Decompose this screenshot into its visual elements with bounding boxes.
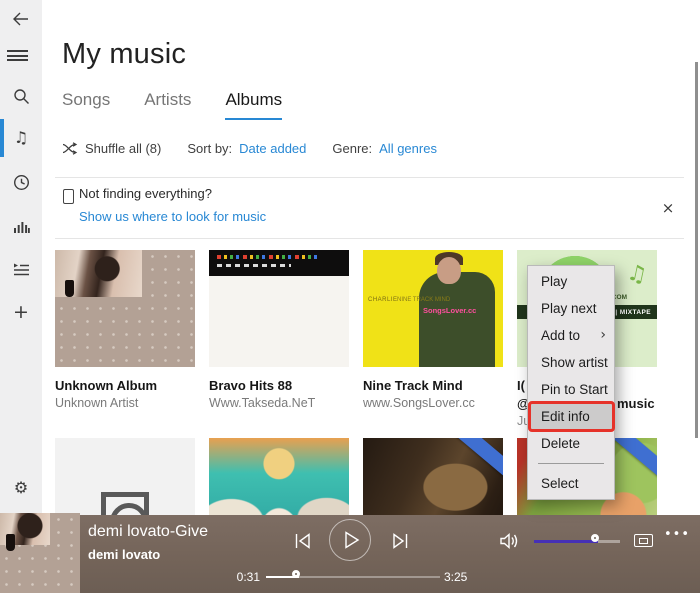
back-arrow-icon xyxy=(13,12,28,26)
album-artist[interactable]: Www.Takseda.NeT xyxy=(209,396,315,410)
ellipsis-icon: ••• xyxy=(664,527,691,542)
volume-slider[interactable] xyxy=(534,534,620,543)
album-art xyxy=(209,250,349,367)
now-playing-title: demi lovato-Give xyxy=(88,523,209,540)
album-art-text: NINE TRACK MIND xyxy=(397,297,451,303)
divider xyxy=(55,177,684,178)
plus-icon: + xyxy=(13,300,29,323)
sidebar: ♫ + ⚙ xyxy=(0,0,42,593)
sidebar-selection-indicator xyxy=(0,119,4,157)
now-playing-artwork[interactable] xyxy=(0,513,80,593)
menu-button[interactable] xyxy=(7,41,35,69)
next-button[interactable] xyxy=(389,530,411,552)
shuffle-all-button[interactable]: Shuffle all (8) xyxy=(62,141,161,156)
menu-item-select[interactable]: Select xyxy=(528,470,614,497)
banner-title: Not finding everything? xyxy=(79,186,212,201)
genre-label: Genre: xyxy=(332,141,373,156)
album-artist[interactable]: Unknown Artist xyxy=(55,396,138,410)
progress-knob[interactable] xyxy=(292,570,300,578)
music-note-icon: ♫ xyxy=(624,260,650,289)
genre-value[interactable]: All genres xyxy=(379,141,437,156)
filter-bar: Shuffle all (8) Sort by: Date added Genr… xyxy=(62,141,437,156)
divider xyxy=(55,238,684,239)
album-title[interactable]: Bravo Hits 88 xyxy=(209,378,292,393)
settings-button[interactable]: ⚙ xyxy=(7,474,35,502)
clock-icon xyxy=(13,174,29,190)
shuffle-all-label: Shuffle all (8) xyxy=(85,141,162,156)
menu-item-play-next[interactable]: Play next xyxy=(528,295,614,322)
tab-artists[interactable]: Artists xyxy=(144,90,191,120)
sort-by-control: Sort by: Date added xyxy=(187,141,306,156)
context-menu: Play Play next Add to › Show artist Pin … xyxy=(527,265,615,500)
tab-albums[interactable]: Albums xyxy=(225,90,283,120)
play-button[interactable] xyxy=(329,519,371,561)
menu-separator xyxy=(538,463,604,464)
corner-ribbon xyxy=(451,438,503,481)
show-us-where-link[interactable]: Show us where to look for music xyxy=(79,209,266,224)
search-icon xyxy=(13,88,29,104)
previous-button[interactable] xyxy=(292,530,314,552)
gear-icon: ⚙ xyxy=(13,478,29,497)
menu-item-play[interactable]: Play xyxy=(528,268,614,295)
vertical-scrollbar[interactable] xyxy=(695,62,698,438)
album-title[interactable]: Unknown Album xyxy=(55,378,157,393)
album-title-fragment[interactable]: I( xyxy=(517,378,525,393)
menu-item-show-artist[interactable]: Show artist xyxy=(528,349,614,376)
volume-fill xyxy=(534,540,598,543)
album-title-fragment[interactable]: music xyxy=(617,396,655,411)
chevron-right-icon: › xyxy=(600,327,606,343)
previous-icon xyxy=(295,533,310,549)
sidebar-item-playlists[interactable] xyxy=(7,255,35,283)
back-button[interactable] xyxy=(7,5,35,33)
sidebar-item-now-playing[interactable] xyxy=(7,212,35,240)
next-icon xyxy=(393,533,408,549)
shuffle-icon xyxy=(62,142,78,155)
sidebar-item-my-music[interactable]: ♫ xyxy=(7,124,35,152)
album-art-text: CHARLIE xyxy=(368,297,398,303)
now-playing-artist: demi lovato xyxy=(88,547,161,562)
album-title[interactable]: Nine Track Mind xyxy=(363,378,463,393)
album-art: CHARLIE NINE TRACK MIND SongsLover.cc xyxy=(363,250,503,367)
page-title: My music xyxy=(62,38,187,70)
menu-item-edit-info[interactable]: Edit info xyxy=(528,401,615,432)
progress-slider[interactable] xyxy=(266,570,440,578)
volume-icon[interactable] xyxy=(500,532,522,550)
play-icon xyxy=(345,531,360,549)
menu-item-pin-to-start[interactable]: Pin to Start xyxy=(528,376,614,403)
elapsed-time: 0:31 xyxy=(236,570,260,584)
album-art xyxy=(55,250,195,367)
sidebar-item-search[interactable] xyxy=(7,82,35,110)
banner-close-button[interactable]: × xyxy=(656,196,680,220)
menu-item-add-to[interactable]: Add to › xyxy=(528,322,614,349)
music-note-icon: ♫ xyxy=(13,128,29,147)
new-playlist-button[interactable]: + xyxy=(7,298,35,326)
equalizer-icon xyxy=(13,222,30,233)
album-tile-bravo-hits-88[interactable]: Bravo Hits 88 Www.Takseda.NeT xyxy=(209,250,349,422)
album-tile-unknown-album[interactable]: Unknown Album Unknown Artist xyxy=(55,250,195,422)
mini-player-icon[interactable] xyxy=(634,534,653,547)
tab-bar: Songs Artists Albums xyxy=(62,90,283,120)
sort-by-value[interactable]: Date added xyxy=(239,141,306,156)
tab-songs[interactable]: Songs xyxy=(62,90,110,120)
total-duration: 3:25 xyxy=(444,570,468,584)
pc-device-icon xyxy=(63,189,74,204)
sidebar-item-recent-plays[interactable] xyxy=(7,168,35,196)
genre-control: Genre: All genres xyxy=(332,141,437,156)
groove-music-window: − □ × ♫ + ⚙ My music xyxy=(0,0,700,593)
album-art-text: SongsLover.cc xyxy=(423,306,477,315)
playlist-icon xyxy=(13,263,29,275)
hamburger-icon xyxy=(7,50,28,53)
menu-item-delete[interactable]: Delete xyxy=(528,430,614,457)
sort-by-label: Sort by: xyxy=(187,141,233,156)
more-options-button[interactable]: ••• xyxy=(664,527,690,542)
player-bar: demi lovato-Give demi lovato 0:31 3:25 •… xyxy=(0,513,700,593)
close-icon: × xyxy=(661,199,675,217)
album-artist[interactable]: www.SongsLover.cc xyxy=(363,396,475,410)
volume-knob[interactable] xyxy=(591,534,599,542)
album-tile-nine-track-mind[interactable]: CHARLIE NINE TRACK MIND SongsLover.cc Ni… xyxy=(363,250,503,422)
